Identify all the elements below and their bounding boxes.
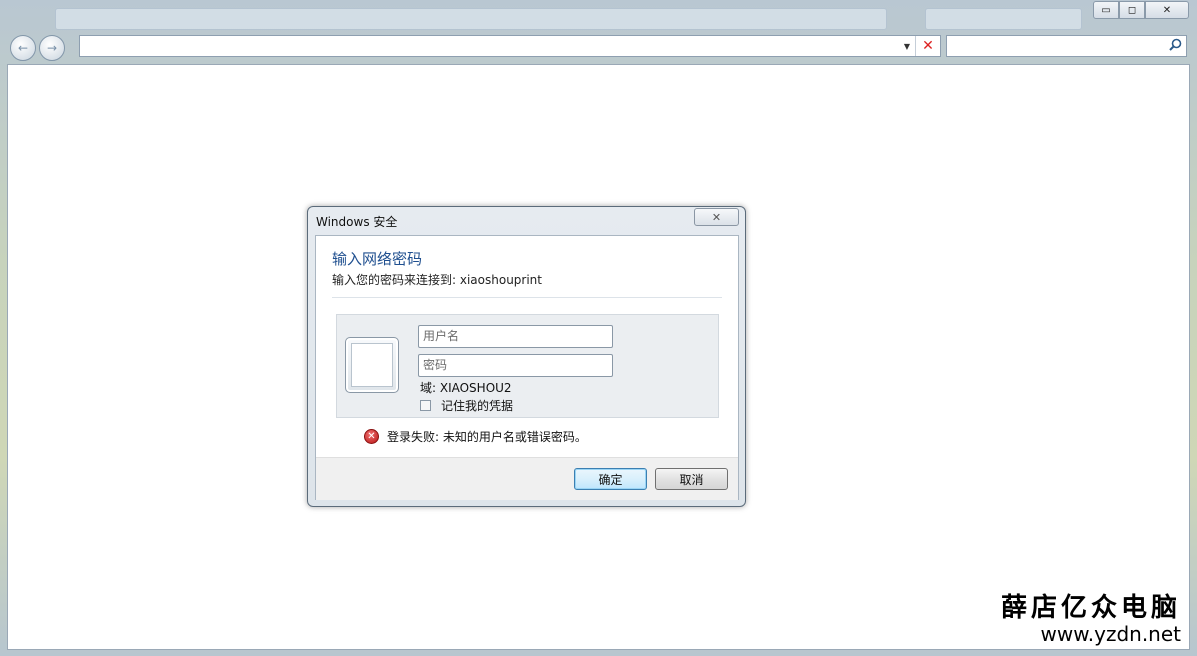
user-tile-picture <box>351 343 393 387</box>
dialog-close-button[interactable]: ✕ <box>694 208 739 226</box>
username-field[interactable]: 用户名 <box>418 325 613 348</box>
dialog-title: Windows 安全 <box>316 215 398 229</box>
navigation-bar: ← → ▼ ✕ <box>0 33 1197 63</box>
search-icon[interactable] <box>1169 38 1182 51</box>
dialog-subtext: 输入您的密码来连接到: xiaoshouprint <box>332 273 542 287</box>
address-bar[interactable]: ▼ ✕ <box>79 35 941 57</box>
error-message: ✕ 登录失败: 未知的用户名或错误密码。 <box>364 428 587 445</box>
tab-search-strip[interactable] <box>925 8 1082 30</box>
stop-button[interactable]: ✕ <box>915 36 940 56</box>
watermark: 薛店亿众电脑 www.yzdn.net <box>1001 594 1181 646</box>
password-field[interactable]: 密码 <box>418 354 613 377</box>
watermark-url: www.yzdn.net <box>1040 622 1181 646</box>
password-placeholder: 密码 <box>423 358 448 372</box>
error-text: 登录失败: 未知的用户名或错误密码。 <box>387 430 587 444</box>
maximize-button[interactable]: ◻ <box>1119 1 1145 19</box>
dialog-body: 输入网络密码 输入您的密码来连接到: xiaoshouprint 用户名 密码 … <box>315 235 739 500</box>
back-arrow-icon: ← <box>17 41 29 55</box>
title-bar: ▭ ◻ ✕ <box>0 0 1197 33</box>
close-icon: ✕ <box>711 210 722 224</box>
username-placeholder: 用户名 <box>423 329 460 343</box>
close-window-button[interactable]: ✕ <box>1145 1 1189 19</box>
minimize-icon: ▭ <box>1101 4 1111 16</box>
windows-security-dialog: Windows 安全 ✕ 输入网络密码 输入您的密码来连接到: xiaoshou… <box>307 206 746 507</box>
maximize-icon: ◻ <box>1127 4 1137 16</box>
minimize-button[interactable]: ▭ <box>1093 1 1119 19</box>
close-icon: ✕ <box>1162 4 1172 16</box>
remember-checkbox[interactable] <box>420 400 431 411</box>
forward-button[interactable]: → <box>39 35 65 61</box>
remember-label: 记住我的凭据 <box>441 399 514 413</box>
ok-button[interactable]: 确定 <box>574 468 647 490</box>
tab-strip[interactable] <box>55 8 887 30</box>
address-dropdown-button[interactable]: ▼ <box>900 36 914 56</box>
chevron-down-icon: ▼ <box>903 41 911 51</box>
search-box[interactable] <box>946 35 1187 57</box>
browser-window: ▭ ◻ ✕ ← → ▼ ✕ Windows 安全 ✕ 输入网络密码 输入您的密码… <box>0 0 1197 656</box>
error-icon: ✕ <box>364 429 379 444</box>
user-tile <box>345 337 399 393</box>
domain-label: 域: XIAOSHOU2 <box>420 381 512 395</box>
back-button[interactable]: ← <box>10 35 36 61</box>
remember-credentials[interactable]: 记住我的凭据 <box>420 397 513 414</box>
stop-icon: ✕ <box>922 38 934 54</box>
cancel-button[interactable]: 取消 <box>655 468 728 490</box>
dialog-footer: 确定 取消 <box>316 457 738 500</box>
window-buttons: ▭ ◻ ✕ <box>1093 1 1189 19</box>
forward-arrow-icon: → <box>46 41 58 55</box>
credential-panel: 用户名 密码 域: XIAOSHOU2 记住我的凭据 <box>336 314 719 418</box>
watermark-chinese: 薛店亿众电脑 <box>1000 593 1181 623</box>
divider <box>332 297 722 298</box>
dialog-heading: 输入网络密码 <box>332 250 423 268</box>
